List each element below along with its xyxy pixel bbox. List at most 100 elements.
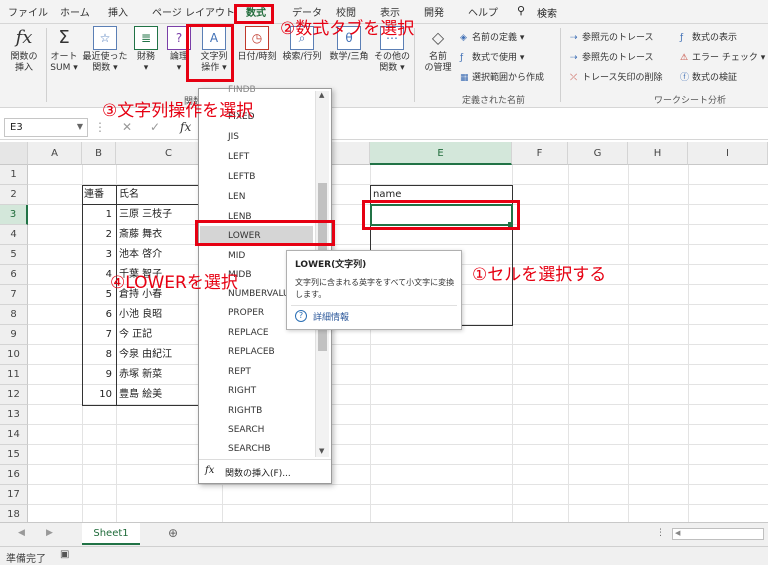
trace-precedents-button[interactable]: ⇢ 参照元のトレース <box>570 30 654 43</box>
cell-no[interactable]: 6 <box>84 305 112 325</box>
dropdown-item-left[interactable]: LEFT <box>200 147 313 167</box>
header-cell-no[interactable]: 連番 <box>84 185 114 205</box>
autosum-button[interactable]: Σ オート SUM ▾ <box>48 26 80 74</box>
row-header[interactable]: 10 <box>0 345 28 365</box>
datetime-functions-button[interactable]: ◷ 日付/時刻 <box>236 26 278 63</box>
chevron-left-icon[interactable]: ◀ <box>18 528 25 538</box>
dropdown-item-findb[interactable]: FINDB <box>200 83 313 97</box>
row-header[interactable]: 4 <box>0 225 28 245</box>
row-header[interactable]: 12 <box>0 385 28 405</box>
column-header-i[interactable]: I <box>688 142 768 165</box>
fx-icon[interactable]: fx <box>180 120 191 134</box>
ribbon-separator <box>414 28 415 102</box>
row-header[interactable]: 3 <box>0 205 28 225</box>
tab-insert[interactable]: 挿入 <box>108 4 128 19</box>
star-icon: ☆ <box>93 26 117 50</box>
cell-no[interactable]: 7 <box>84 325 112 345</box>
scroll-up-icon[interactable]: ▲ <box>319 91 324 99</box>
evaluate-formula-icon: ⓕ <box>680 73 690 83</box>
dropdown-item-rightb[interactable]: RIGHTB <box>200 401 313 421</box>
row-header[interactable]: 7 <box>0 285 28 305</box>
trace-dependents-icon: ⇢ <box>570 53 578 63</box>
recent-functions-button[interactable]: ☆ 最近使った 関数 ▾ <box>82 26 128 74</box>
column-header-b[interactable]: B <box>82 142 116 165</box>
column-header-h[interactable]: H <box>628 142 688 165</box>
remove-arrows-button[interactable]: ⤫ トレース矢印の削除 <box>570 70 663 83</box>
error-check-icon: ⚠ <box>680 53 689 63</box>
column-header-e[interactable]: E <box>370 142 512 165</box>
gridline <box>28 504 768 505</box>
cell-no[interactable]: 4 <box>84 265 112 285</box>
help-circle-icon[interactable]: ? <box>295 310 307 322</box>
search-label[interactable]: 検索 <box>537 5 557 20</box>
search-icon[interactable]: ⚲ <box>517 4 525 17</box>
show-formulas-button[interactable]: ƒ 数式の表示 <box>680 30 737 43</box>
select-all-corner[interactable] <box>0 142 28 165</box>
sheet-tab-sheet1[interactable]: Sheet1 <box>82 523 140 545</box>
scroll-down-icon[interactable]: ▼ <box>319 447 324 455</box>
tooltip-help-link[interactable]: 詳細情報 <box>313 310 349 323</box>
row-header[interactable]: 8 <box>0 305 28 325</box>
cell-no[interactable]: 2 <box>84 225 112 245</box>
row-header[interactable]: 2 <box>0 185 28 205</box>
chevron-down-icon[interactable]: ▼ <box>77 122 83 131</box>
macro-record-icon[interactable]: ▣ <box>60 549 69 560</box>
dropdown-item-right[interactable]: RIGHT <box>200 381 313 401</box>
plus-circle-icon[interactable]: ⊕ <box>168 526 178 540</box>
name-box[interactable]: E3 ▼ <box>4 118 88 137</box>
name-manager-button[interactable]: ◇ 名前 の管理 <box>420 26 456 74</box>
cell-no[interactable]: 3 <box>84 245 112 265</box>
status-text: 準備完了 <box>6 554 46 565</box>
financial-functions-button[interactable]: ≣ 財務 ▾ <box>130 26 162 74</box>
cell-no[interactable]: 1 <box>84 205 112 225</box>
row-header[interactable]: 13 <box>0 405 28 425</box>
dropdown-item-leftb[interactable]: LEFTB <box>200 167 313 187</box>
chevron-left-icon[interactable]: ◀ <box>675 529 680 537</box>
row-header[interactable]: 14 <box>0 425 28 445</box>
tab-developer[interactable]: 開発 <box>424 4 444 19</box>
row-header[interactable]: 5 <box>0 245 28 265</box>
fx-icon: fx <box>205 465 215 476</box>
cell-no[interactable]: 10 <box>84 385 112 405</box>
more-icon: ⋮ <box>94 120 106 134</box>
dropdown-item-len[interactable]: LEN <box>200 187 313 207</box>
chevron-right-icon[interactable]: ▶ <box>46 528 53 538</box>
tab-help[interactable]: ヘルプ <box>468 4 498 19</box>
enter-icon[interactable]: ✓ <box>150 120 160 134</box>
row-header[interactable]: 18 <box>0 505 28 522</box>
define-name-button[interactable]: ◈ 名前の定義 ▾ <box>460 30 524 43</box>
more-icon[interactable]: ⋮ <box>656 528 665 538</box>
dropdown-item-jis[interactable]: JIS <box>200 127 313 147</box>
row-header[interactable]: 6 <box>0 265 28 285</box>
tab-home[interactable]: ホーム <box>60 4 90 19</box>
cell-no[interactable]: 8 <box>84 345 112 365</box>
column-header-f[interactable]: F <box>512 142 568 165</box>
row-header[interactable]: 1 <box>0 165 28 185</box>
cell-no[interactable]: 5 <box>84 285 112 305</box>
row-header[interactable]: 11 <box>0 365 28 385</box>
tab-page-layout[interactable]: ページ レイアウト <box>152 4 235 19</box>
dropdown-item-search[interactable]: SEARCH <box>200 420 313 440</box>
insert-function-button[interactable]: fx 関数の 挿入 <box>6 26 42 74</box>
dropdown-item-rept[interactable]: REPT <box>200 362 313 382</box>
evaluate-formula-button[interactable]: ⓕ 数式の検証 <box>680 70 737 83</box>
create-from-selection-button[interactable]: ▦ 選択範囲から作成 <box>460 70 544 83</box>
insert-function-menu-item[interactable]: fx 関数の挿入(F)... <box>199 459 331 483</box>
column-header-g[interactable]: G <box>568 142 628 165</box>
row-header[interactable]: 16 <box>0 465 28 485</box>
trace-dependents-button[interactable]: ⇢ 参照先のトレース <box>570 50 654 63</box>
worksheet-grid[interactable]: A B C D E F G H I 1 2 3 4 5 6 7 8 9 10 1… <box>0 142 768 522</box>
error-check-button[interactable]: ⚠ エラー チェック ▾ <box>680 50 765 63</box>
use-in-formula-button[interactable]: ƒ 数式で使用 ▾ <box>460 50 524 63</box>
column-header-a[interactable]: A <box>28 142 82 165</box>
cancel-icon[interactable]: ✕ <box>122 120 132 134</box>
row-header[interactable]: 15 <box>0 445 28 465</box>
row-header[interactable]: 17 <box>0 485 28 505</box>
gridline <box>28 484 768 485</box>
horizontal-scrollbar[interactable]: ◀ <box>672 528 764 540</box>
cell-no[interactable]: 9 <box>84 365 112 385</box>
dropdown-item-replaceb[interactable]: REPLACEB <box>200 342 313 362</box>
dropdown-item-searchb[interactable]: SEARCHB <box>200 439 313 459</box>
tab-file[interactable]: ファイル <box>8 4 48 19</box>
row-header[interactable]: 9 <box>0 325 28 345</box>
